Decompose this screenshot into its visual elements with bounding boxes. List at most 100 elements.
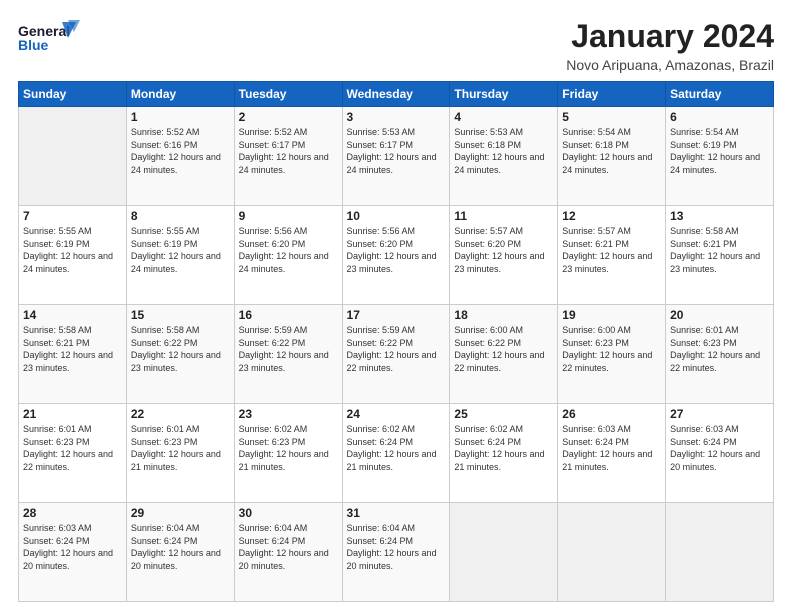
day-cell: 9 Sunrise: 5:56 AMSunset: 6:20 PMDaylight… xyxy=(234,206,342,305)
day-info: Sunrise: 5:58 AMSunset: 6:22 PMDaylight:… xyxy=(131,324,230,374)
day-number: 25 xyxy=(454,407,553,421)
day-number: 31 xyxy=(347,506,446,520)
day-cell: 11 Sunrise: 5:57 AMSunset: 6:20 PMDayligh… xyxy=(450,206,558,305)
day-number: 26 xyxy=(562,407,661,421)
week-row: 28Sunrise: 6:03 AMSunset: 6:24 PMDayligh… xyxy=(19,503,774,602)
day-cell: 15Sunrise: 5:58 AMSunset: 6:22 PMDayligh… xyxy=(126,305,234,404)
day-info: Sunrise: 5:54 AMSunset: 6:18 PMDaylight:… xyxy=(562,126,661,176)
day-number: 8 xyxy=(131,209,230,223)
day-cell: 26Sunrise: 6:03 AMSunset: 6:24 PMDayligh… xyxy=(558,404,666,503)
day-number: 7 xyxy=(23,209,122,223)
day-info: Sunrise: 5:59 AMSunset: 6:22 PMDaylight:… xyxy=(239,324,338,374)
day-number: 29 xyxy=(131,506,230,520)
day-info: Sunrise: 5:58 AMSunset: 6:21 PMDaylight:… xyxy=(23,324,122,374)
day-info: Sunrise: 5:57 AMSunset: 6:20 PMDaylight:… xyxy=(454,225,553,275)
col-header-wednesday: Wednesday xyxy=(342,82,450,107)
day-cell xyxy=(558,503,666,602)
title-area: January 2024 Novo Aripuana, Amazonas, Br… xyxy=(566,18,774,73)
day-info: Sunrise: 5:56 AMSunset: 6:20 PMDaylight:… xyxy=(239,225,338,275)
day-number: 5 xyxy=(562,110,661,124)
week-row: 1 Sunrise: 5:52 AMSunset: 6:16 PMDaylight… xyxy=(19,107,774,206)
day-cell: 4Sunrise: 5:53 AMSunset: 6:18 PMDaylight… xyxy=(450,107,558,206)
day-cell: 25 Sunrise: 6:02 AMSunset: 6:24 PMDayligh… xyxy=(450,404,558,503)
day-cell: 8 Sunrise: 5:55 AMSunset: 6:19 PMDaylight… xyxy=(126,206,234,305)
day-cell: 31Sunrise: 6:04 AMSunset: 6:24 PMDayligh… xyxy=(342,503,450,602)
day-info: Sunrise: 5:52 AMSunset: 6:17 PMDaylight:… xyxy=(239,126,338,176)
day-cell: 17Sunrise: 5:59 AMSunset: 6:22 PMDayligh… xyxy=(342,305,450,404)
day-number: 6 xyxy=(670,110,769,124)
day-info: Sunrise: 6:01 AMSunset: 6:23 PMDaylight:… xyxy=(670,324,769,374)
week-row: 21 Sunrise: 6:01 AMSunset: 6:23 PMDayligh… xyxy=(19,404,774,503)
day-number: 30 xyxy=(239,506,338,520)
day-info: Sunrise: 5:56 AMSunset: 6:20 PMDaylight:… xyxy=(347,225,446,275)
day-info: Sunrise: 6:04 AMSunset: 6:24 PMDaylight:… xyxy=(239,522,338,572)
day-number: 27 xyxy=(670,407,769,421)
day-info: Sunrise: 5:54 AMSunset: 6:19 PMDaylight:… xyxy=(670,126,769,176)
col-header-thursday: Thursday xyxy=(450,82,558,107)
day-cell: 22 Sunrise: 6:01 AMSunset: 6:23 PMDayligh… xyxy=(126,404,234,503)
day-info: Sunrise: 5:58 AMSunset: 6:21 PMDaylight:… xyxy=(670,225,769,275)
svg-text:Blue: Blue xyxy=(18,37,49,53)
day-info: Sunrise: 5:57 AMSunset: 6:21 PMDaylight:… xyxy=(562,225,661,275)
day-number: 11 xyxy=(454,209,553,223)
header: General Blue January 2024 Novo Aripuana,… xyxy=(18,18,774,73)
logo-svg: General Blue xyxy=(18,18,88,63)
day-info: Sunrise: 5:52 AMSunset: 6:16 PMDaylight:… xyxy=(131,126,230,176)
day-info: Sunrise: 5:55 AMSunset: 6:19 PMDaylight:… xyxy=(131,225,230,275)
day-info: Sunrise: 6:02 AMSunset: 6:24 PMDaylight:… xyxy=(454,423,553,473)
col-header-tuesday: Tuesday xyxy=(234,82,342,107)
day-number: 9 xyxy=(239,209,338,223)
col-header-friday: Friday xyxy=(558,82,666,107)
col-header-sunday: Sunday xyxy=(19,82,127,107)
week-row: 14 Sunrise: 5:58 AMSunset: 6:21 PMDayligh… xyxy=(19,305,774,404)
day-info: Sunrise: 6:02 AMSunset: 6:24 PMDaylight:… xyxy=(347,423,446,473)
week-row: 7 Sunrise: 5:55 AMSunset: 6:19 PMDaylight… xyxy=(19,206,774,305)
day-cell: 10 Sunrise: 5:56 AMSunset: 6:20 PMDayligh… xyxy=(342,206,450,305)
day-cell: 21 Sunrise: 6:01 AMSunset: 6:23 PMDayligh… xyxy=(19,404,127,503)
day-number: 10 xyxy=(347,209,446,223)
day-info: Sunrise: 6:04 AMSunset: 6:24 PMDaylight:… xyxy=(131,522,230,572)
day-cell: 14 Sunrise: 5:58 AMSunset: 6:21 PMDayligh… xyxy=(19,305,127,404)
day-number: 23 xyxy=(239,407,338,421)
day-number: 28 xyxy=(23,506,122,520)
day-info: Sunrise: 6:00 AMSunset: 6:23 PMDaylight:… xyxy=(562,324,661,374)
day-cell: 30 Sunrise: 6:04 AMSunset: 6:24 PMDayligh… xyxy=(234,503,342,602)
day-cell xyxy=(19,107,127,206)
day-cell: 12 Sunrise: 5:57 AMSunset: 6:21 PMDayligh… xyxy=(558,206,666,305)
day-cell xyxy=(666,503,774,602)
day-cell: 18 Sunrise: 6:00 AMSunset: 6:22 PMDayligh… xyxy=(450,305,558,404)
day-number: 21 xyxy=(23,407,122,421)
day-number: 3 xyxy=(347,110,446,124)
day-number: 13 xyxy=(670,209,769,223)
day-info: Sunrise: 6:02 AMSunset: 6:23 PMDaylight:… xyxy=(239,423,338,473)
day-cell: 19 Sunrise: 6:00 AMSunset: 6:23 PMDayligh… xyxy=(558,305,666,404)
day-info: Sunrise: 5:55 AMSunset: 6:19 PMDaylight:… xyxy=(23,225,122,275)
day-info: Sunrise: 5:53 AMSunset: 6:17 PMDaylight:… xyxy=(347,126,446,176)
day-cell: 7 Sunrise: 5:55 AMSunset: 6:19 PMDaylight… xyxy=(19,206,127,305)
day-number: 18 xyxy=(454,308,553,322)
day-number: 2 xyxy=(239,110,338,124)
day-cell: 1 Sunrise: 5:52 AMSunset: 6:16 PMDaylight… xyxy=(126,107,234,206)
day-number: 17 xyxy=(347,308,446,322)
day-cell: 24 Sunrise: 6:02 AMSunset: 6:24 PMDayligh… xyxy=(342,404,450,503)
col-header-saturday: Saturday xyxy=(666,82,774,107)
day-cell: 2 Sunrise: 5:52 AMSunset: 6:17 PMDaylight… xyxy=(234,107,342,206)
day-cell xyxy=(450,503,558,602)
day-number: 24 xyxy=(347,407,446,421)
day-number: 14 xyxy=(23,308,122,322)
calendar: SundayMondayTuesdayWednesdayThursdayFrid… xyxy=(18,81,774,602)
page: General Blue January 2024 Novo Aripuana,… xyxy=(0,0,792,612)
day-number: 12 xyxy=(562,209,661,223)
day-number: 1 xyxy=(131,110,230,124)
day-info: Sunrise: 6:01 AMSunset: 6:23 PMDaylight:… xyxy=(131,423,230,473)
day-number: 22 xyxy=(131,407,230,421)
month-title: January 2024 xyxy=(566,18,774,55)
logo-area: General Blue xyxy=(18,18,88,63)
day-cell: 29 Sunrise: 6:04 AMSunset: 6:24 PMDayligh… xyxy=(126,503,234,602)
day-cell: 5 Sunrise: 5:54 AMSunset: 6:18 PMDaylight… xyxy=(558,107,666,206)
day-cell: 28Sunrise: 6:03 AMSunset: 6:24 PMDayligh… xyxy=(19,503,127,602)
day-number: 19 xyxy=(562,308,661,322)
day-info: Sunrise: 5:53 AMSunset: 6:18 PMDaylight:… xyxy=(454,126,553,176)
day-info: Sunrise: 6:01 AMSunset: 6:23 PMDaylight:… xyxy=(23,423,122,473)
day-info: Sunrise: 6:00 AMSunset: 6:22 PMDaylight:… xyxy=(454,324,553,374)
